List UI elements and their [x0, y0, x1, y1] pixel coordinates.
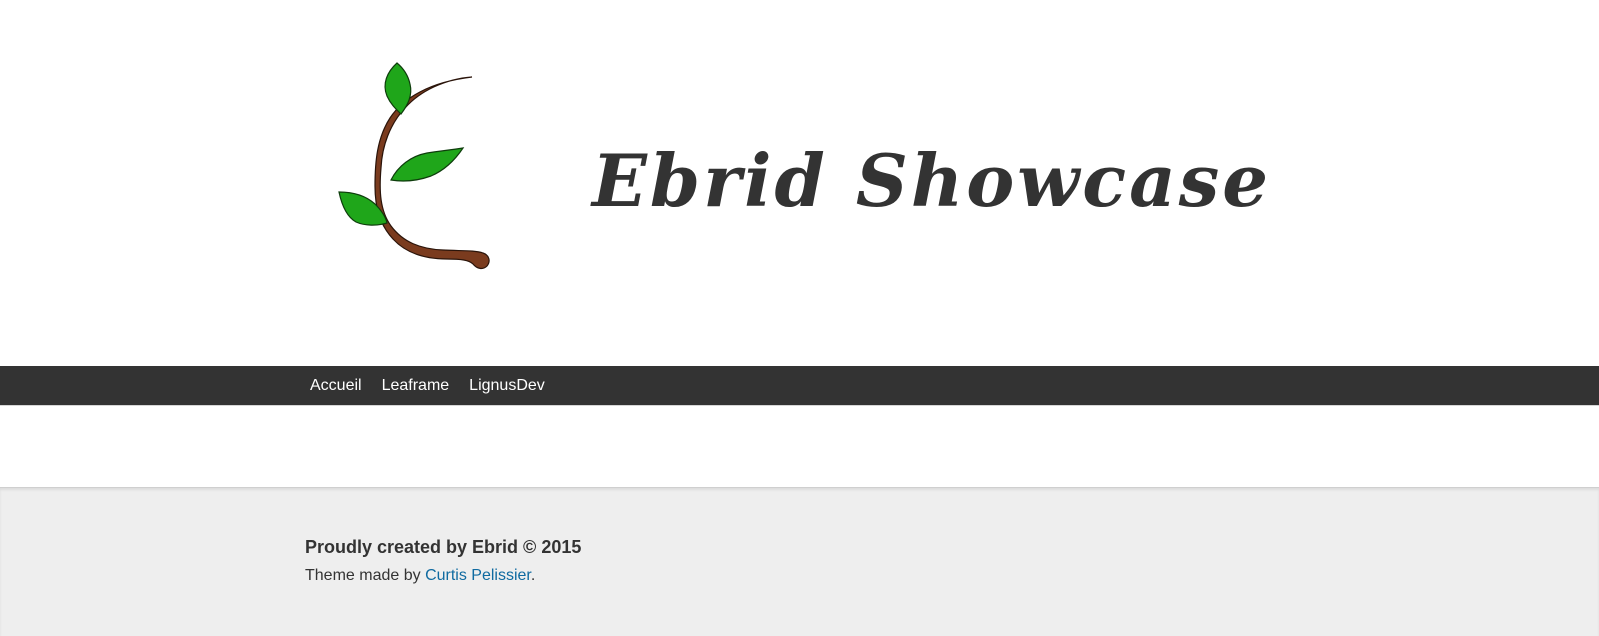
branch-with-leaves-icon[interactable] [335, 56, 515, 282]
footer-copyright: Proudly created by Ebrid © 2015 [305, 537, 582, 557]
theme-author-link[interactable]: Curtis Pelissier [425, 567, 531, 584]
main-navigation: Accueil Leaframe LignusDev [0, 366, 1599, 406]
site-footer: Proudly created by Ebrid © 2015 Theme ma… [0, 487, 1599, 636]
footer-credit-prefix: Theme made by [305, 567, 426, 584]
nav-item-lignusdev[interactable]: LignusDev [459, 366, 555, 405]
nav-menu: Accueil Leaframe LignusDev [300, 366, 555, 405]
main-content [0, 406, 1599, 487]
site-header: Ebrid Showcase [0, 0, 1599, 366]
footer-credit-suffix: . [530, 567, 536, 584]
nav-item-accueil[interactable]: Accueil [300, 366, 372, 405]
footer-inner: Proudly created by Ebrid © 2015 Theme ma… [305, 536, 581, 586]
site-title: Ebrid Showcase [592, 138, 1272, 223]
nav-item-leaframe[interactable]: Leaframe [372, 366, 460, 405]
footer-theme-credit: Theme made by Curtis Pelissier. [305, 566, 581, 586]
